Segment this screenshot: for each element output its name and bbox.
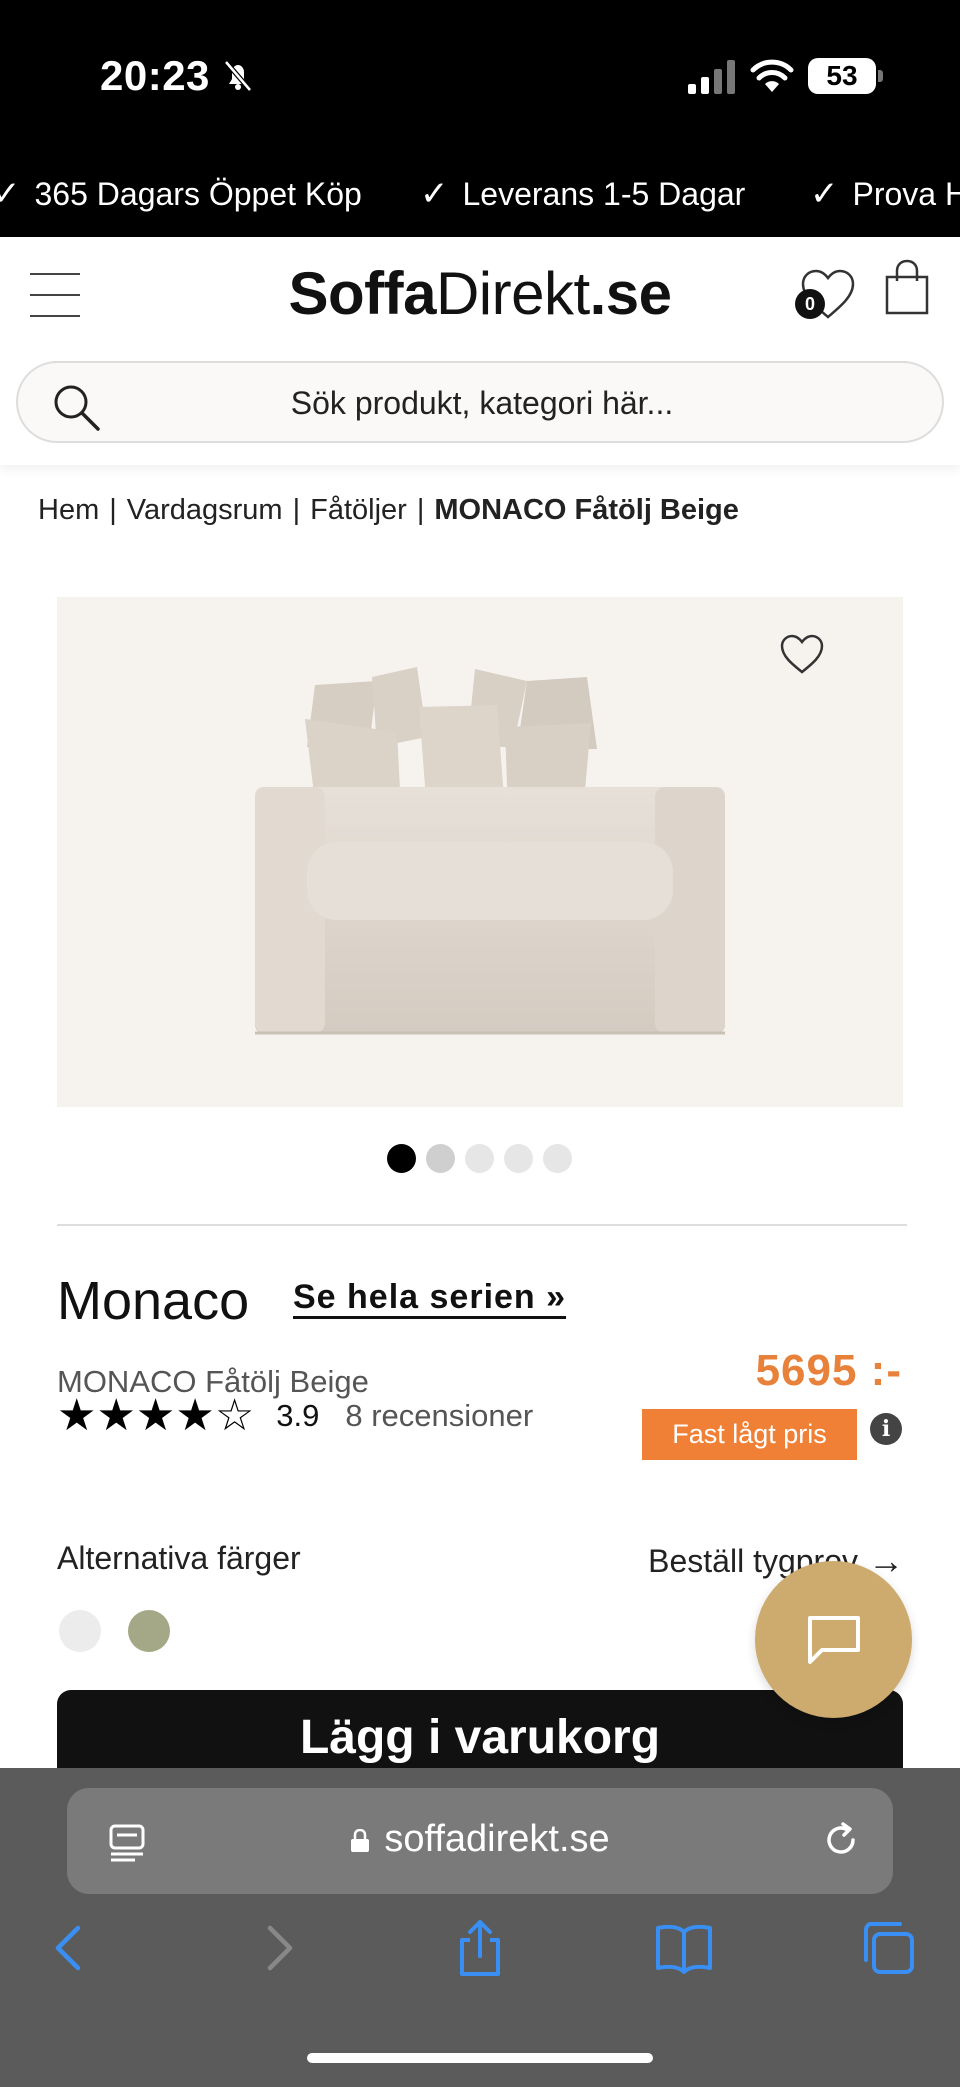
battery-indicator: 53 — [808, 58, 883, 94]
share-icon[interactable] — [450, 1918, 510, 1978]
home-indicator[interactable] — [307, 2053, 653, 2063]
check-icon: ✓ — [420, 175, 449, 213]
usp-bar: ✓ 365 Dagars Öppet Köp ✓ Leverans 1-5 Daga… — [0, 160, 960, 237]
series-link[interactable]: Se hela serien » — [293, 1278, 566, 1317]
status-bar: 20:23 53 — [0, 0, 960, 160]
browser-toolbar: soffadirekt.se — [0, 1768, 960, 2087]
breadcrumb-item-fatoljer[interactable]: Fåtöljer — [310, 494, 407, 526]
product-name: Monaco — [57, 1271, 250, 1331]
gallery-dot[interactable] — [504, 1144, 533, 1173]
breadcrumb-item-vardagsrum[interactable]: Vardagsrum — [127, 494, 283, 526]
breadcrumb-item-hem[interactable]: Hem — [38, 494, 99, 526]
status-time: 20:23 — [100, 52, 210, 99]
forward-arrow-icon[interactable] — [248, 1918, 308, 1978]
search-placeholder: Sök produkt, kategori här... — [290, 385, 674, 421]
rating-value: 3.9 — [276, 1398, 320, 1433]
check-icon: ✓ — [810, 175, 839, 213]
chat-bubble-icon — [807, 1615, 860, 1664]
usp-item: ✓ 365 Dagars Öppet Köp — [0, 174, 362, 214]
search-input[interactable]: Sök produkt, kategori här... — [16, 361, 944, 443]
favorite-heart-icon[interactable] — [778, 632, 826, 676]
star-full-icon: ★ — [57, 1391, 97, 1440]
star-empty-icon: ☆ — [214, 1391, 255, 1440]
silent-bell-icon — [224, 60, 252, 92]
gallery-dot[interactable] — [465, 1144, 494, 1173]
lock-icon — [351, 1829, 370, 1852]
chat-button[interactable] — [755, 1561, 912, 1718]
bookmarks-icon[interactable] — [654, 1918, 714, 1978]
alt-colors-label: Alternativa färger — [57, 1540, 301, 1576]
wishlist-button[interactable]: 0 — [795, 263, 861, 323]
gallery-dot[interactable] — [426, 1144, 455, 1173]
gallery-dot[interactable] — [543, 1144, 572, 1173]
price-badge: Fast lågt pris — [642, 1409, 857, 1460]
info-icon[interactable]: i — [870, 1413, 902, 1445]
tabs-icon[interactable] — [858, 1918, 918, 1978]
divider — [57, 1224, 907, 1226]
armchair-illustration — [255, 667, 725, 1035]
usp-item: ✓ Prova H — [810, 175, 960, 213]
usp-item: ✓ Leverans 1-5 Dagar — [420, 175, 746, 213]
breadcrumb-current: MONACO Fåtölj Beige — [434, 494, 739, 526]
color-swatch[interactable] — [59, 1610, 101, 1652]
wishlist-count-badge: 0 — [795, 289, 825, 319]
star-full-icon: ★ — [135, 1391, 176, 1440]
product-page: 20:23 53 ✓ 365 Dagars Öppet Köp ✓ Leverans… — [0, 0, 960, 2087]
gallery-pagination — [387, 1144, 572, 1173]
rating[interactable]: ★ ★ ★ ★ ☆ 3.9 8 recensioner — [57, 1394, 533, 1438]
url-text: soffadirekt.se — [67, 1818, 893, 1861]
address-bar[interactable]: soffadirekt.se — [67, 1788, 893, 1894]
check-icon: ✓ — [0, 175, 21, 213]
star-full-icon: ★ — [175, 1391, 215, 1440]
product-price: 5695 :- — [755, 1346, 902, 1395]
breadcrumb: Hem | Vardagsrum | Fåtöljer | MONACO Fåtölj Be… — [38, 494, 739, 526]
reviews-link[interactable]: 8 recensioner — [345, 1398, 533, 1434]
back-arrow-icon[interactable] — [40, 1918, 100, 1978]
wifi-icon — [750, 59, 794, 92]
star-full-icon: ★ — [96, 1391, 136, 1440]
reload-icon[interactable] — [819, 1818, 863, 1862]
site-header: SoffaDirekt.se 0 Sök produkt, kategori h… — [0, 237, 960, 465]
gallery-dot[interactable] — [387, 1144, 416, 1173]
color-swatch[interactable] — [128, 1610, 170, 1652]
product-image[interactable] — [57, 597, 903, 1107]
shopping-bag-icon[interactable] — [883, 257, 931, 317]
signal-icon — [688, 60, 735, 94]
